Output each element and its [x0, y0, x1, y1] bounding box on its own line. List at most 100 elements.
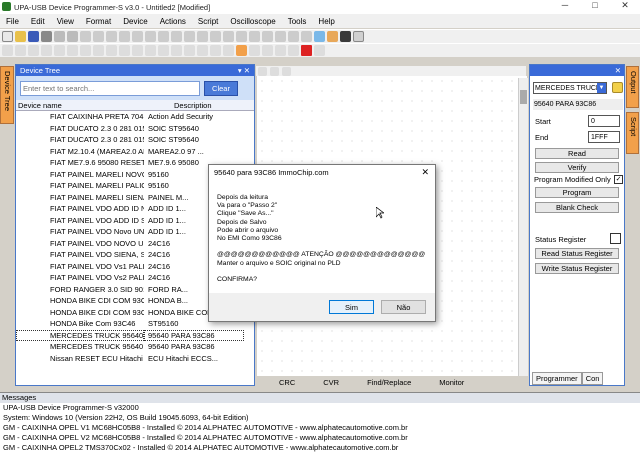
new-file-icon[interactable]	[2, 31, 13, 42]
menu-help[interactable]: Help	[312, 17, 340, 26]
device-row[interactable]: MERCEDES TRUCK 95640 PARA ...95640 PARA …	[16, 329, 254, 341]
align-left-icon[interactable]	[41, 45, 52, 56]
verify-button[interactable]: Verify	[535, 162, 619, 173]
device-select[interactable]: MERCEDES TRUCK ▼	[533, 82, 607, 94]
dialog-close-icon[interactable]: ✕	[421, 165, 429, 180]
chip-write-icon[interactable]	[197, 31, 208, 42]
replace-icon[interactable]	[132, 31, 143, 42]
checksum-icon[interactable]	[171, 31, 182, 42]
underline-icon[interactable]	[28, 45, 39, 56]
line-icon[interactable]	[210, 45, 221, 56]
read-status-register-button[interactable]: Read Status Register	[535, 248, 619, 259]
end-address-input[interactable]: 1FFF	[588, 131, 620, 143]
find-icon[interactable]	[119, 31, 130, 42]
yes-button[interactable]: Sim	[329, 300, 374, 314]
tab-con[interactable]: Con	[581, 372, 604, 385]
copy-icon[interactable]	[93, 31, 104, 42]
open-folder-icon[interactable]	[15, 31, 26, 42]
panel-pin-close-icon[interactable]: ▾ ✕	[238, 65, 250, 76]
chip-read-icon[interactable]	[184, 31, 195, 42]
program-button[interactable]: Program	[535, 187, 619, 198]
italic-icon[interactable]	[15, 45, 26, 56]
stop-icon[interactable]	[314, 45, 325, 56]
save-icon[interactable]	[28, 31, 39, 42]
mark-icon[interactable]	[184, 45, 195, 56]
device-row[interactable]: FIAT DUCATO 2.3 0 281 015 223 ... SOIC ST…	[16, 134, 254, 146]
network-icon[interactable]	[340, 31, 351, 42]
device-row[interactable]: MERCEDES TRUCK 95640 PARA ...95640 PARA …	[16, 341, 254, 353]
menu-device[interactable]: Device	[117, 17, 153, 26]
select-all-icon[interactable]	[197, 45, 208, 56]
program-modified-only-checkbox[interactable]: ✓	[614, 175, 623, 184]
status-register-checkbox[interactable]	[610, 233, 621, 244]
device-select-icon[interactable]	[249, 31, 260, 42]
align-right-icon[interactable]	[67, 45, 78, 56]
close-button[interactable]: ✕	[610, 0, 640, 11]
read-button[interactable]: Read	[535, 148, 619, 159]
script-icon[interactable]	[288, 31, 299, 42]
calculator-icon[interactable]	[314, 31, 325, 42]
goto-icon[interactable]	[145, 31, 156, 42]
write-status-register-button[interactable]: Write Status Register	[535, 263, 619, 274]
clear-button[interactable]: Clear	[204, 80, 238, 96]
print-icon[interactable]	[41, 31, 52, 42]
ruler-icon[interactable]	[171, 45, 182, 56]
panel-close-icon[interactable]: ✕	[615, 66, 621, 75]
zoom-out-icon[interactable]	[145, 45, 156, 56]
compare-icon[interactable]	[262, 31, 273, 42]
chip-erase-icon[interactable]	[223, 31, 234, 42]
menu-tools[interactable]: Tools	[282, 17, 313, 26]
device-row[interactable]: Nissan RESET ECU Hitachi ECC... ECU Hitac…	[16, 353, 254, 365]
chip-verify-icon[interactable]	[210, 31, 221, 42]
redo-icon[interactable]	[67, 31, 78, 42]
no-button[interactable]: Não	[381, 300, 426, 314]
editor-vertical-scrollbar[interactable]	[518, 78, 528, 376]
pointer-icon[interactable]	[236, 45, 247, 56]
device-row[interactable]: FIAT DUCATO 2.3 0 281 015 223 ... SOIC ST…	[16, 123, 254, 135]
document-icon[interactable]	[353, 31, 364, 42]
menu-view[interactable]: View	[51, 17, 80, 26]
menu-oscilloscope[interactable]: Oscilloscope	[224, 17, 281, 26]
menu-file[interactable]: File	[0, 17, 25, 26]
tab-cvr[interactable]: CVR	[323, 377, 339, 388]
ascii-view-icon[interactable]	[119, 45, 130, 56]
undo-icon[interactable]	[54, 31, 65, 42]
resize-icon[interactable]	[262, 45, 273, 56]
scrollbar-thumb[interactable]	[520, 90, 527, 104]
fill-icon[interactable]	[275, 31, 286, 42]
cut-icon[interactable]	[80, 31, 91, 42]
tab-monitor[interactable]: Monitor	[439, 377, 464, 388]
tab-output[interactable]: Output	[626, 66, 639, 108]
rect-icon[interactable]	[223, 45, 234, 56]
column-description[interactable]: Description	[172, 100, 212, 110]
bold-icon[interactable]	[2, 45, 13, 56]
editor-back-icon[interactable]	[258, 66, 267, 76]
menu-actions[interactable]: Actions	[154, 17, 192, 26]
device-search-input[interactable]	[20, 80, 200, 96]
grid-icon[interactable]	[158, 45, 169, 56]
tab-find-replace[interactable]: Find/Replace	[367, 377, 411, 388]
editor-close-icon[interactable]	[282, 66, 291, 76]
settings-icon[interactable]	[327, 31, 338, 42]
move-icon[interactable]	[249, 45, 260, 56]
run-icon[interactable]	[288, 45, 299, 56]
device-tree-side-tab[interactable]: Device Tree	[0, 66, 14, 124]
device-row[interactable]: FIAT M2.10.4 (MAREA2.0 ANO 97 ... MAREA2.…	[16, 146, 254, 158]
menu-format[interactable]: Format	[80, 17, 117, 26]
bookmark-icon[interactable]	[158, 31, 169, 42]
tab-crc[interactable]: CRC	[279, 377, 295, 388]
minimize-button[interactable]: ─	[550, 0, 580, 11]
paste-icon[interactable]	[106, 31, 117, 42]
font-color-icon[interactable]	[80, 45, 91, 56]
tab-programmer[interactable]: Programmer	[532, 372, 582, 385]
blank-check-icon[interactable]	[236, 31, 247, 42]
oscilloscope-icon[interactable]	[301, 31, 312, 42]
layers-icon[interactable]	[275, 45, 286, 56]
chevron-down-icon[interactable]: ▼	[597, 83, 606, 93]
highlight-icon[interactable]	[93, 45, 104, 56]
record-icon[interactable]	[301, 45, 312, 56]
column-device-name[interactable]: Device name	[16, 100, 172, 110]
start-address-input[interactable]: 0	[588, 115, 620, 127]
hex-view-icon[interactable]	[106, 45, 117, 56]
device-row[interactable]: FIAT CAIXINHA PRETA 704 Action Add Securi…	[16, 111, 254, 123]
